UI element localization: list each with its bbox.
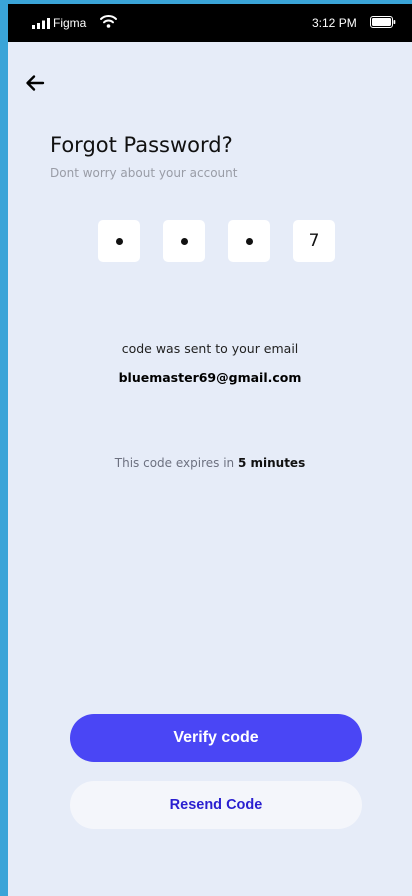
code-digit-3[interactable] <box>228 220 270 262</box>
arrow-left-icon <box>26 75 45 91</box>
email-address: bluemaster69@gmail.com <box>118 370 302 385</box>
masked-dot <box>115 237 123 245</box>
expiry-prefix: This code expires in <box>114 456 238 470</box>
battery-icon <box>370 16 396 28</box>
back-button[interactable] <box>23 71 47 95</box>
expiry-value: 5 minutes <box>237 456 306 470</box>
page-title: Forgot Password? <box>50 133 233 157</box>
verify-code-button[interactable]: Verify code <box>70 714 362 762</box>
masked-dot <box>245 237 253 245</box>
carrier-name: Figma <box>53 16 87 30</box>
page-subtitle: Dont worry about your account <box>50 166 238 180</box>
code-digit-2[interactable] <box>163 220 205 262</box>
signal-icon <box>32 18 50 29</box>
wifi-icon <box>100 15 117 28</box>
status-time: 3:12 PM <box>312 16 357 30</box>
phone-screen: Figma 3:12 PM Forgot Password? Dont worr… <box>8 4 412 896</box>
code-sent-message: code was sent to your email <box>121 341 299 356</box>
resend-code-button[interactable]: Resend Code <box>70 781 362 829</box>
status-bar: Figma 3:12 PM <box>8 4 412 42</box>
code-digit-4[interactable]: 7 <box>293 220 335 262</box>
code-expiry-text: This code expires in 5 minutes <box>8 454 412 472</box>
masked-dot <box>180 237 188 245</box>
code-digit-1[interactable] <box>98 220 140 262</box>
